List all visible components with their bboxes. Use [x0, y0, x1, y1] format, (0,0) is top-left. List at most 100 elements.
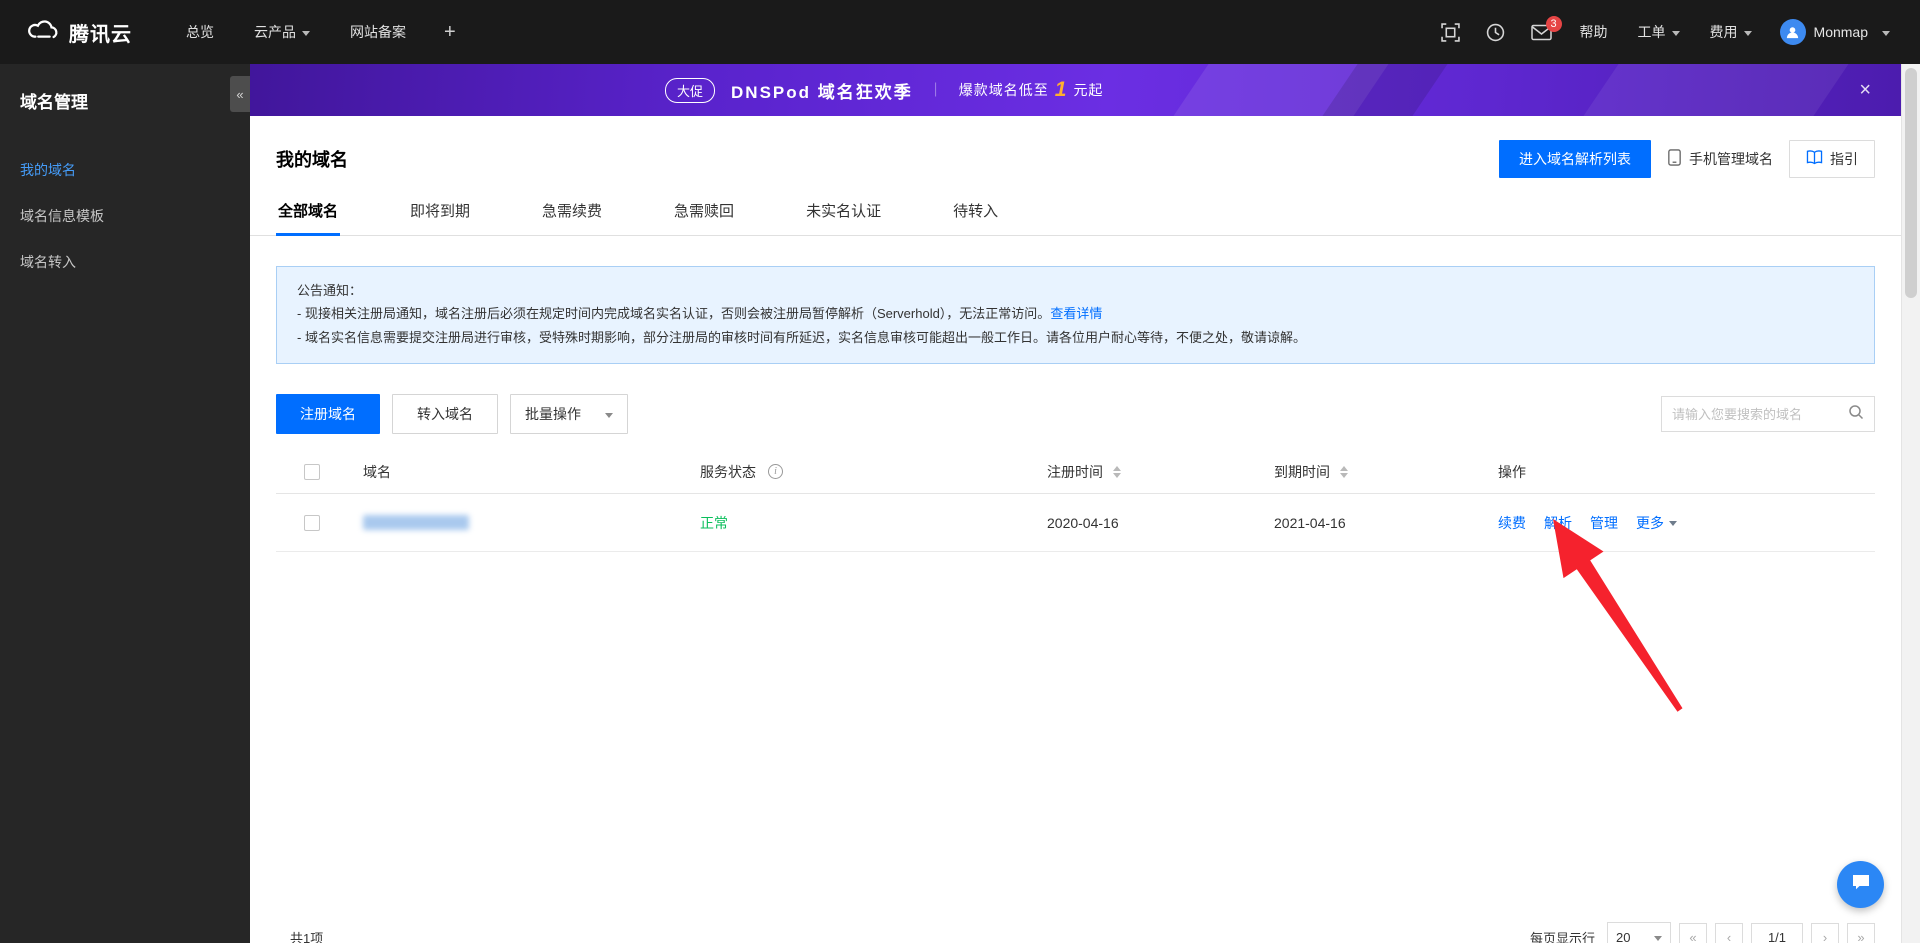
registered-date: 2020-04-16	[1047, 514, 1119, 531]
chevron-down-icon	[302, 30, 310, 40]
tab-expiring-soon[interactable]: 即将到期	[408, 188, 472, 235]
tab-not-verified[interactable]: 未实名认证	[804, 188, 883, 235]
nav-item-cloud-products[interactable]: 云产品	[234, 0, 330, 64]
expire-date: 2021-04-16	[1274, 514, 1346, 531]
enter-dns-list-button[interactable]: 进入域名解析列表	[1499, 140, 1651, 178]
navbar-right: 3 帮助 工单 费用 Monmap	[1440, 0, 1890, 64]
notice-title: 公告通知：	[297, 283, 363, 298]
scan-qr-icon[interactable]	[1440, 22, 1460, 42]
per-page-select[interactable]: 20	[1607, 922, 1671, 943]
chat-bubble-icon	[1850, 872, 1872, 898]
renew-link[interactable]: 续费	[1498, 513, 1526, 533]
banner-divider: ｜	[928, 82, 943, 98]
live-chat-button[interactable]	[1837, 861, 1884, 908]
nav-item-billing[interactable]: 费用	[1708, 0, 1754, 64]
register-domain-button[interactable]: 注册域名	[276, 394, 380, 435]
page-scrollbar	[1901, 64, 1920, 943]
sort-icon[interactable]	[1340, 462, 1348, 482]
chevron-down-icon	[1882, 30, 1890, 40]
total-count-label: 共1项	[290, 930, 324, 943]
tencent-cloud-logo[interactable]: 腾讯云	[26, 18, 132, 47]
sidebar-item-my-domains[interactable]: 我的域名	[0, 147, 250, 193]
view-details-link[interactable]: 查看详情	[1050, 306, 1102, 321]
row-actions: 续费 解析 管理 更多	[1498, 513, 1875, 533]
brand-name: 腾讯云	[69, 23, 132, 46]
next-page-button[interactable]: ›	[1811, 923, 1839, 943]
column-header-domain: 域名	[363, 463, 391, 480]
page-header-actions: 进入域名解析列表 手机管理域名 指引	[1499, 140, 1875, 178]
prev-page-button[interactable]: ‹	[1715, 923, 1743, 943]
sidebar-item-domain-transfer-in[interactable]: 域名转入	[0, 239, 250, 285]
notice-line-1: - 现接相关注册局通知，域名注册后必须在规定时间内完成域名实名认证，否则会被注册…	[297, 306, 1103, 322]
user-avatar	[1779, 19, 1806, 45]
column-header-registered: 注册时间	[1047, 462, 1274, 482]
account-menu[interactable]: Monmap	[1779, 19, 1890, 45]
chevron-down-icon	[1671, 30, 1680, 40]
domain-name-redacted[interactable]	[363, 515, 469, 531]
search-icon[interactable]	[1848, 404, 1864, 425]
more-actions-dropdown[interactable]: 更多	[1636, 513, 1677, 533]
banner-content: 大促 DNSPod 域名狂欢季 ｜ 爆款域名低至 1 元起	[665, 64, 1103, 116]
banner-promo-text: 爆款域名低至 1 元起	[958, 78, 1104, 101]
chevron-down-icon	[1669, 521, 1677, 530]
messages-mail-icon[interactable]: 3	[1530, 15, 1562, 41]
sidebar-item-domain-info-template[interactable]: 域名信息模板	[0, 193, 250, 239]
chevron-down-icon	[1743, 30, 1752, 40]
nav-add-shortcut-button[interactable]: +	[426, 0, 474, 64]
sort-icon[interactable]	[1113, 462, 1121, 482]
manage-link[interactable]: 管理	[1590, 513, 1618, 533]
guide-button[interactable]: 指引	[1789, 140, 1875, 178]
column-header-expires: 到期时间	[1274, 462, 1498, 482]
resolve-dns-link[interactable]: 解析	[1544, 513, 1572, 533]
row-checkbox[interactable]	[304, 514, 320, 531]
username-label: Monmap	[1813, 24, 1868, 40]
batch-operations-dropdown[interactable]: 批量操作	[510, 394, 628, 435]
first-page-button[interactable]: «	[1679, 923, 1707, 943]
nav-item-tickets[interactable]: 工单	[1636, 0, 1682, 64]
nav-item-overview[interactable]: 总览	[166, 0, 234, 64]
page-header: 我的域名 进入域名解析列表 手机管理域名 指引	[250, 116, 1901, 178]
domain-toolbar: 注册域名 转入域名 批量操作	[276, 394, 1875, 435]
banner-title: DNSPod 域名狂欢季	[731, 82, 913, 102]
tencent-cloud-console: 腾讯云 总览 云产品 网站备案 + 3 帮助 工单 费用 Monmap 域名管理…	[0, 0, 1920, 943]
page-indicator: 1/1	[1751, 923, 1803, 943]
promo-banner: 大促 DNSPod 域名狂欢季 ｜ 爆款域名低至 1 元起 ×	[250, 64, 1901, 116]
tab-urgent-redemption[interactable]: 急需赎回	[672, 188, 736, 235]
nav-item-website-filing[interactable]: 网站备案	[330, 0, 426, 64]
phone-manage-domains-button[interactable]: 手机管理域名	[1667, 149, 1773, 169]
cloud-logo-icon	[26, 19, 60, 46]
status-badge: 正常	[700, 514, 728, 531]
pagination-bar: 共1项 每页显示行 20 « ‹ 1/1 › »	[290, 922, 1875, 943]
unread-count-badge: 3	[1545, 15, 1562, 32]
last-page-button[interactable]: »	[1847, 923, 1875, 943]
domain-search-input[interactable]	[1672, 406, 1848, 422]
sidebar-menu: 我的域名 域名信息模板 域名转入	[0, 147, 250, 285]
announcement-notice: 公告通知： - 现接相关注册局通知，域名注册后必须在规定时间内完成域名实名认证，…	[276, 266, 1875, 365]
chevron-down-icon	[1654, 935, 1662, 943]
column-header-status: 服务状态 i	[700, 462, 1047, 482]
guide-book-icon	[1806, 150, 1823, 168]
table-row: 正常 2020-04-16 2021-04-16 续费 解析 管理 更多	[276, 494, 1875, 553]
promo-badge: 大促	[665, 77, 716, 103]
banner-decoration	[1569, 64, 1863, 116]
promo-price: 1	[1054, 78, 1068, 101]
column-header-actions: 操作	[1498, 463, 1526, 480]
sidebar-collapse-button[interactable]: «	[230, 76, 250, 112]
nav-item-help[interactable]: 帮助	[1578, 0, 1610, 64]
domain-tabs: 全部域名 即将到期 急需续费 急需赎回 未实名认证 待转入	[250, 188, 1901, 236]
phone-icon	[1667, 149, 1682, 169]
history-clock-icon[interactable]	[1486, 23, 1505, 42]
transfer-in-domain-button[interactable]: 转入域名	[392, 394, 498, 435]
info-icon[interactable]: i	[768, 464, 783, 480]
select-all-checkbox[interactable]	[304, 463, 320, 480]
scrollbar-thumb[interactable]	[1905, 68, 1917, 298]
domain-search-box	[1661, 396, 1875, 433]
sidebar: 域名管理 « 我的域名 域名信息模板 域名转入	[0, 64, 250, 943]
tab-urgent-renewal[interactable]: 急需续费	[540, 188, 604, 235]
chevron-down-icon	[605, 412, 613, 422]
tab-pending-transfer[interactable]: 待转入	[951, 188, 1000, 235]
tab-all-domains[interactable]: 全部域名	[276, 188, 341, 236]
pagination-controls: 每页显示行 20 « ‹ 1/1 › »	[1530, 922, 1875, 943]
banner-close-icon[interactable]: ×	[1859, 80, 1871, 100]
per-page-label: 每页显示行	[1529, 930, 1595, 943]
